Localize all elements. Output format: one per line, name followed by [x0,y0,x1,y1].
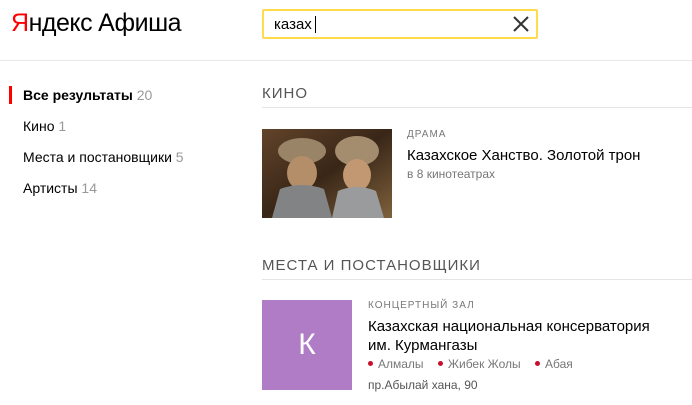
sidebar-item-artists[interactable]: Артисты 14 [0,176,230,207]
metro-dot-icon [368,361,373,366]
text-cursor [315,16,316,33]
search-input[interactable] [264,11,514,37]
yandex-afisha-logo[interactable]: Яндекс Афиша [11,9,182,38]
search-filters-sidebar: Все результаты 20 Кино 1 Места и постано… [0,83,230,207]
movie-cinemas-count[interactable]: в 8 кинотеатрах [407,167,495,181]
logo-product-text: Афиша [98,9,182,37]
close-icon [513,16,529,32]
metro-dot-icon [535,361,541,366]
venue-title-line1: Казахская национальная консерватория [368,318,650,335]
section-title-places: МЕСТА И ПОСТАНОВЩИКИ [262,257,481,274]
venue-title-line2: им. Курмангазы [368,337,478,354]
logo-brand-text: ндекс [28,9,93,37]
section-divider [262,107,692,108]
venue-title-link[interactable]: Казахская национальная консерватория им.… [368,317,650,355]
sidebar-item-count: 5 [175,149,184,165]
metro-station[interactable]: Абая [535,357,573,371]
metro-station-label: Абая [545,357,573,371]
sidebar-item-count: 1 [58,118,67,134]
metro-station[interactable]: Алмалы [368,357,424,371]
metro-station-label: Жибек Жолы [447,357,521,371]
movie-poster-image [262,129,392,218]
venue-address: пр.Абылай хана, 90 [368,378,478,392]
section-title-movies: КИНО [262,85,309,102]
logo-brand-letter: Я [11,9,29,37]
metro-dot-icon [437,361,443,366]
movie-poster[interactable] [262,129,392,218]
sidebar-item-label: Артисты [23,180,78,196]
sidebar-item-label: Места и постановщики [23,149,172,165]
sidebar-item-all-results[interactable]: Все результаты 20 [0,83,230,114]
movie-title-link[interactable]: Казахское Ханство. Золотой трон [407,146,640,165]
movie-genre: ДРАМА [407,129,447,140]
search-box[interactable] [262,9,538,39]
sidebar-item-movies[interactable]: Кино 1 [0,114,230,145]
sidebar-item-count: 20 [136,87,153,103]
metro-station-label: Алмалы [378,357,424,371]
venue-avatar[interactable]: К [262,300,352,390]
sidebar-item-label: Все результаты [23,87,133,103]
section-divider [262,279,692,280]
sidebar-item-places[interactable]: Места и постановщики 5 [0,145,230,176]
venue-category: КОНЦЕРТНЫЙ ЗАЛ [368,300,475,311]
metro-station[interactable]: Жибек Жолы [437,357,521,371]
sidebar-item-label: Кино [23,118,55,134]
venue-metro-stations: Алмалы Жибек Жолы Абая [368,357,584,371]
header: Яндекс Афиша [0,0,692,61]
clear-search-button[interactable] [511,14,531,34]
sidebar-item-count: 14 [81,180,97,196]
